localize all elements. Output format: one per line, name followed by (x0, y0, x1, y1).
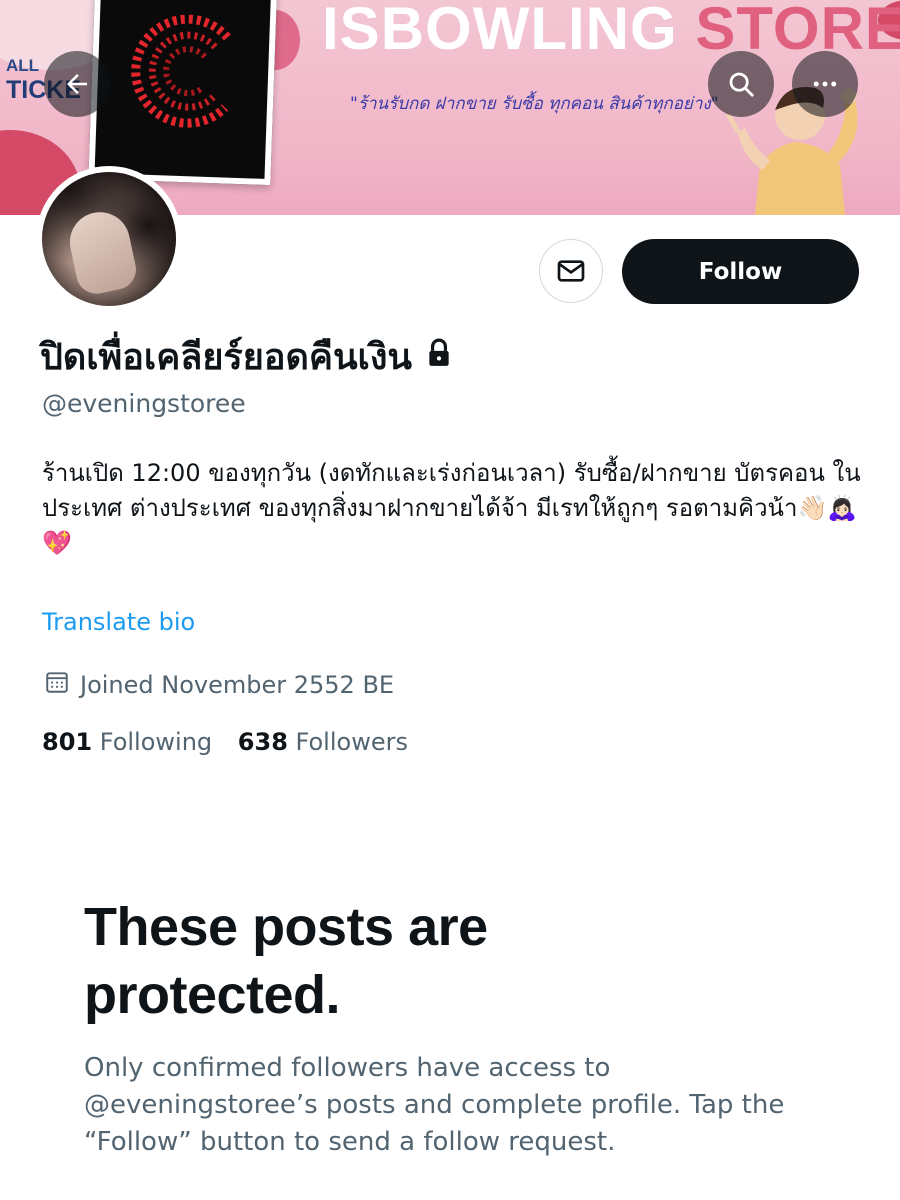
joined-date-text: Joined November 2552 BE (80, 671, 395, 699)
joined-date: Joined November 2552 BE (44, 669, 394, 701)
back-button[interactable] (44, 51, 110, 117)
profile-bio: ร้านเปิด 12:00 ของทุกวัน (งดทักและเร่งก่… (42, 459, 861, 557)
following-link[interactable]: 801 Following (42, 728, 220, 756)
message-button[interactable] (539, 239, 603, 303)
protected-description: Only confirmed followers have access to … (84, 1053, 785, 1157)
protected-title: These posts are protected. (84, 897, 488, 1025)
avatar[interactable] (36, 166, 182, 312)
search-icon (729, 72, 754, 97)
more-button[interactable] (792, 51, 858, 117)
followers-label: Followers (295, 728, 408, 756)
banner-tagline: "ร้านรับกด ฝากขาย รับซื้อ ทุกคอน สินค้าท… (350, 94, 719, 114)
lock-icon (426, 336, 452, 377)
mail-icon (557, 260, 585, 282)
display-name: ปิดเพื่อเคลียร์ยอดคืนเงิน (40, 328, 452, 385)
display-name-text: ปิดเพื่อเคลียร์ยอดคืนเงิน (40, 337, 413, 378)
translate-bio-link[interactable]: Translate bio (42, 608, 195, 636)
followers-link[interactable]: 638 Followers (238, 728, 408, 756)
more-horizontal-icon (813, 81, 837, 87)
banner-store-title-part2: STORE (695, 0, 900, 62)
search-button[interactable] (708, 51, 774, 117)
banner-store-title-part1: ISBOWLING (322, 0, 678, 62)
profile-handle: @eveningstoree (42, 389, 246, 418)
calendar-icon (44, 669, 70, 701)
avatar-image (42, 172, 176, 306)
follow-button[interactable]: Follow (622, 239, 859, 304)
followers-count: 638 (237, 728, 288, 756)
follow-stats: 801 Following 638 Followers (42, 728, 426, 756)
following-label: Following (99, 728, 213, 756)
logo-c-icon (131, 14, 231, 128)
arrow-left-icon (67, 74, 87, 94)
banner-logo-card (88, 0, 278, 186)
following-count: 801 (42, 728, 93, 756)
